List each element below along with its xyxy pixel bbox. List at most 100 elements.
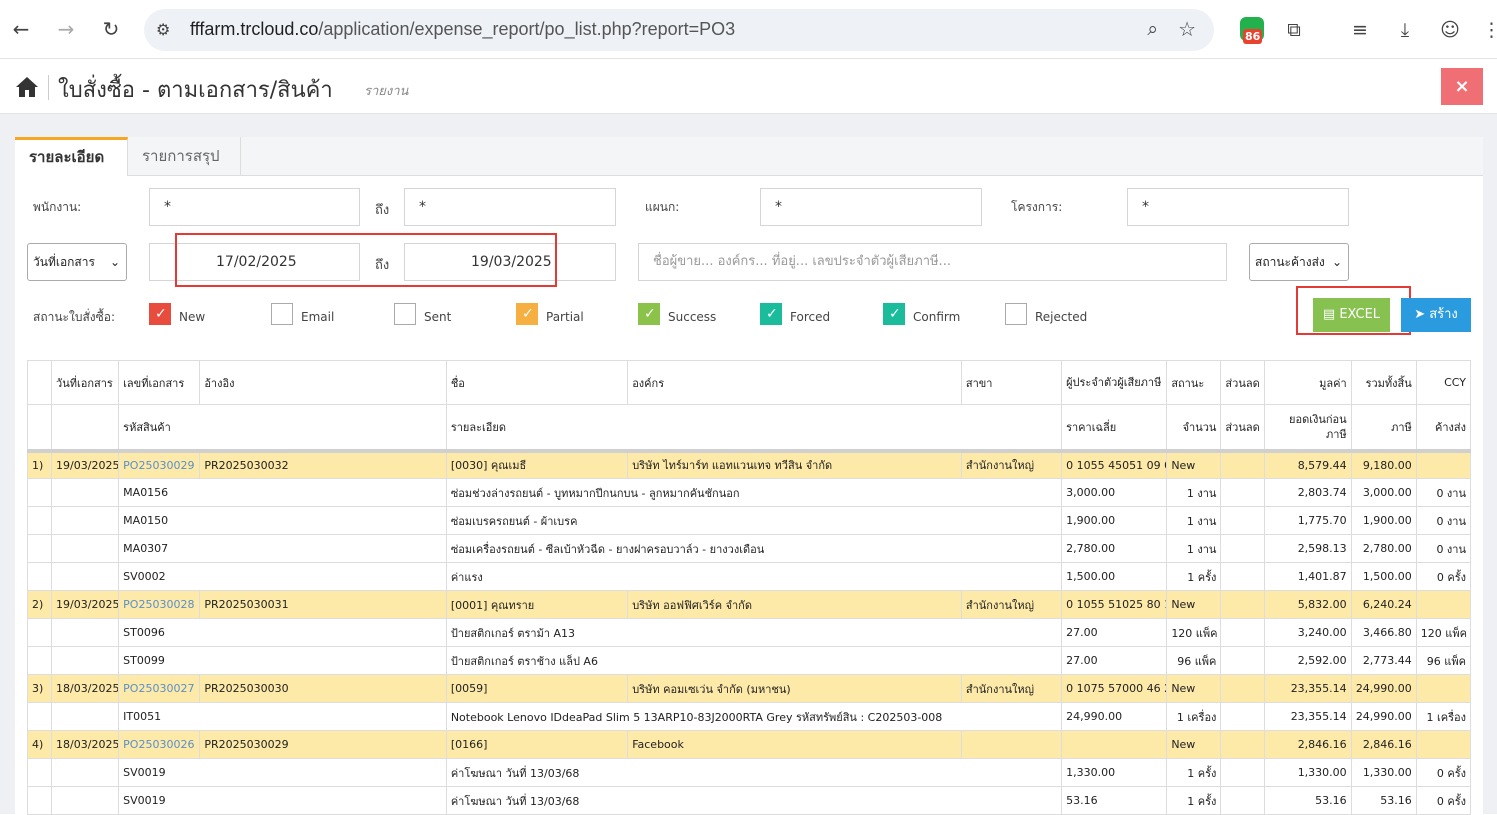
avg-price: 1,330.00 bbox=[1061, 758, 1168, 787]
th-col-8: สถานะ bbox=[1166, 360, 1222, 405]
item-row: SV0019 ค่าโฆษณา วันที่ 13/03/68 53.16 1 ครั… bbox=[26, 786, 1472, 815]
status-checkbox-6[interactable]: ✓ bbox=[883, 303, 905, 325]
tab-detail[interactable]: รายละเอียด bbox=[15, 137, 128, 176]
blank-cell bbox=[26, 478, 53, 507]
th-col-10: มูลค่า bbox=[1263, 360, 1352, 405]
back-icon[interactable]: ← bbox=[6, 14, 36, 44]
department-input[interactable]: * bbox=[760, 188, 982, 226]
row-number: 1) bbox=[26, 450, 53, 479]
url-path: /application/expense_report/po_list.php?… bbox=[318, 19, 736, 39]
value: 8,579.44 bbox=[1263, 450, 1352, 479]
item-description: ค่าโฆษณา วันที่ 13/03/68 bbox=[445, 786, 1063, 815]
outstanding: 0 งาน bbox=[1415, 534, 1472, 563]
department-label: แผนก: bbox=[645, 200, 680, 214]
item-discount bbox=[1220, 702, 1265, 731]
site-settings-icon[interactable]: ⚙ bbox=[156, 20, 170, 39]
status-checkbox-3[interactable]: ✓ bbox=[516, 303, 538, 325]
reference: PR2025030030 bbox=[199, 674, 447, 703]
blank-cell bbox=[51, 618, 120, 647]
item-row: ST0096 ป้ายสติกเกอร์ ตราม้า A13 27.00 120 แ… bbox=[26, 618, 1472, 647]
status-label-2: Sent bbox=[424, 310, 452, 324]
doc-number-link[interactable]: PO25030028 bbox=[118, 590, 201, 619]
media-icon[interactable]: ≡ bbox=[1346, 16, 1374, 44]
outstanding: 120 แพ็ค bbox=[1415, 618, 1472, 647]
doc-date: 19/03/2025 bbox=[51, 590, 120, 619]
extension-icon[interactable]: 86 bbox=[1240, 17, 1264, 44]
product-code: MA0156 bbox=[118, 478, 447, 507]
tax-id bbox=[1061, 730, 1168, 759]
reload-icon[interactable]: ↻ bbox=[96, 14, 126, 44]
outstanding: 0 ครั้ง bbox=[1415, 786, 1472, 815]
date-type-select[interactable]: วันที่เอกสาร ⌄ bbox=[27, 243, 127, 281]
status-checkbox-7[interactable] bbox=[1005, 303, 1027, 325]
create-button[interactable]: ➤ สร้าง bbox=[1401, 298, 1471, 332]
table-body: 1) 19/03/2025 PO25030029 PR2025030032 [0030]… bbox=[26, 450, 1472, 815]
doc-number-link[interactable]: PO25030026 bbox=[118, 730, 201, 759]
bookmark-star-icon[interactable]: ☆ bbox=[1178, 17, 1196, 41]
close-button[interactable]: × bbox=[1441, 68, 1483, 105]
blank-cell bbox=[26, 618, 53, 647]
puzzle-icon[interactable]: ⧉ bbox=[1280, 16, 1308, 44]
doc-number-link[interactable]: PO25030027 bbox=[118, 674, 201, 703]
pretax-amount: 53.16 bbox=[1263, 786, 1352, 815]
th-pretax: ยอดเงินก่อนภาษี bbox=[1263, 404, 1352, 453]
check-icon: ✓ bbox=[155, 306, 167, 322]
reference: PR2025030029 bbox=[199, 730, 447, 759]
url-text[interactable]: fffarm.trcloud.co/application/expense_re… bbox=[190, 19, 735, 40]
po-row[interactable]: 4) 18/03/2025 PO25030026 PR2025030029 [0166]… bbox=[26, 730, 1472, 759]
outstanding-status-select[interactable]: สถานะค้างส่ง ⌄ bbox=[1249, 243, 1349, 281]
menu-icon[interactable]: ⋮ bbox=[1482, 16, 1497, 44]
address-bar[interactable]: ⚙ fffarm.trcloud.co/application/expense_… bbox=[144, 9, 1214, 51]
reference: PR2025030031 bbox=[199, 590, 447, 619]
product-code: ST0099 bbox=[118, 646, 447, 675]
status-checkbox-5[interactable]: ✓ bbox=[760, 303, 782, 325]
status-checkbox-2[interactable] bbox=[394, 303, 416, 325]
employee-to-input[interactable]: * bbox=[404, 188, 616, 226]
po-row[interactable]: 1) 19/03/2025 PO25030029 PR2025030032 [0030]… bbox=[26, 450, 1472, 479]
organization: Facebook bbox=[627, 730, 962, 759]
th-quantity: จำนวน bbox=[1166, 404, 1222, 453]
quantity: 1 งาน bbox=[1166, 506, 1222, 535]
pretax-amount: 3,240.00 bbox=[1263, 618, 1352, 647]
divider bbox=[48, 75, 49, 100]
currency bbox=[1415, 674, 1472, 703]
profile-avatar[interactable]: ☺ bbox=[1436, 16, 1464, 44]
highlight-excel bbox=[1296, 286, 1411, 335]
tax-id: 0 1055 45051 09 0 bbox=[1061, 450, 1168, 479]
organization: บริษัท ออฟฟิศเวิร์ค จำกัด bbox=[627, 590, 962, 619]
value: 5,832.00 bbox=[1263, 590, 1352, 619]
vendor-search-input[interactable]: ชื่อผู้ขาย... องค์กร... ที่อยู่... เลขปร… bbox=[638, 243, 1227, 281]
po-row[interactable]: 3) 18/03/2025 PO25030027 PR2025030030 [0059]… bbox=[26, 674, 1472, 703]
home-icon[interactable] bbox=[14, 74, 40, 100]
outstanding: 0 ครั้ง bbox=[1415, 758, 1472, 787]
project-input[interactable]: * bbox=[1127, 188, 1349, 226]
check-icon: ✓ bbox=[644, 306, 656, 322]
item-discount bbox=[1220, 506, 1265, 535]
url-domain: fffarm.trcloud.co bbox=[190, 19, 319, 39]
download-icon[interactable]: ⤓ bbox=[1391, 16, 1419, 44]
check-icon: ✓ bbox=[766, 306, 778, 322]
th-outstanding: ค้างส่ง bbox=[1415, 404, 1472, 453]
employee-from-input[interactable]: * bbox=[149, 188, 360, 226]
status-checkbox-0[interactable]: ✓ bbox=[149, 303, 171, 325]
status-checkbox-1[interactable] bbox=[271, 303, 293, 325]
item-description: ป้ายสติกเกอร์ ตราม้า A13 bbox=[445, 618, 1063, 647]
avg-price: 27.00 bbox=[1061, 618, 1168, 647]
blank-cell bbox=[51, 702, 120, 731]
branch bbox=[960, 730, 1063, 759]
pretax-amount: 2,803.74 bbox=[1263, 478, 1352, 507]
quantity: 120 แพ็ค bbox=[1166, 618, 1222, 647]
tax-amount: 3,000.00 bbox=[1350, 478, 1417, 507]
blank-cell bbox=[26, 506, 53, 535]
blank-cell bbox=[51, 758, 120, 787]
doc-number-link[interactable]: PO25030029 bbox=[118, 450, 201, 479]
po-row[interactable]: 2) 19/03/2025 PO25030028 PR2025030031 [0001]… bbox=[26, 590, 1472, 619]
status-checkbox-4[interactable]: ✓ bbox=[638, 303, 660, 325]
branch: สำนักงานใหญ่ bbox=[960, 674, 1063, 703]
search-icon[interactable]: ⌕ bbox=[1147, 18, 1158, 40]
discount bbox=[1220, 730, 1265, 759]
forward-icon[interactable]: → bbox=[51, 14, 81, 44]
item-discount bbox=[1220, 646, 1265, 675]
page-header: ใบสั่งซื้อ - ตามเอกสาร/สินค้า รายงาน bbox=[0, 60, 1497, 114]
tab-summary[interactable]: รายการสรุป bbox=[128, 137, 241, 176]
